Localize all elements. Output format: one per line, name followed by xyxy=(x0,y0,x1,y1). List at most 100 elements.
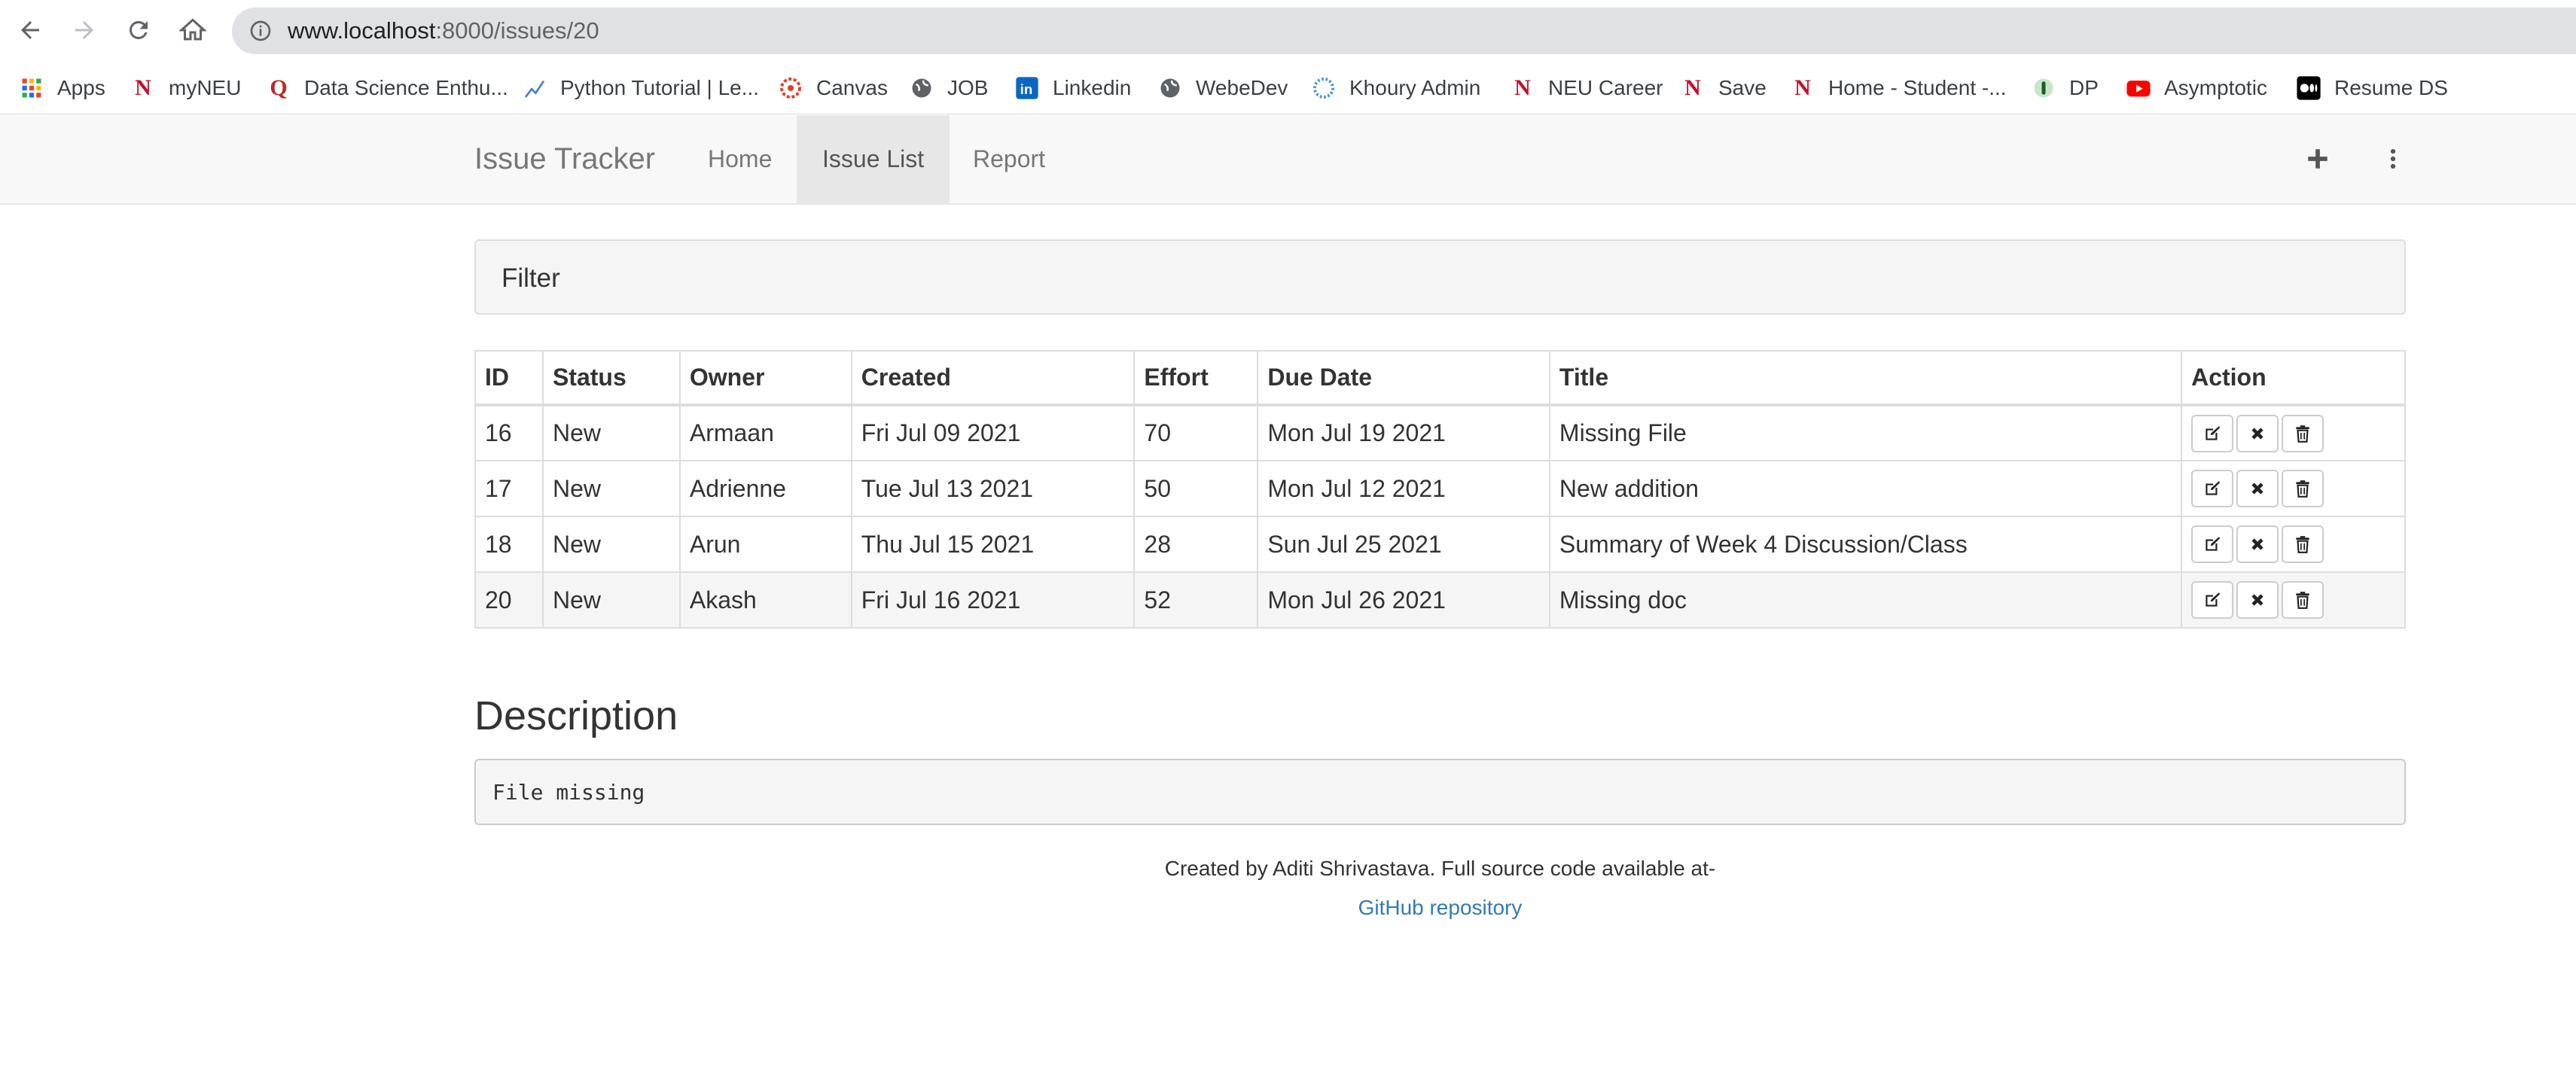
close-button[interactable] xyxy=(2236,470,2279,507)
bookmark-dp[interactable]: DP xyxy=(2030,74,2099,102)
delete-button[interactable] xyxy=(2282,581,2324,619)
forward-button[interactable] xyxy=(65,11,104,50)
description-text: File missing xyxy=(492,780,645,805)
cell-created: Fri Jul 16 2021 xyxy=(850,571,1136,629)
issue-table: ID Status Owner Created Effort Due Date … xyxy=(474,350,2406,629)
more-vertical-icon xyxy=(2390,148,2396,169)
bookmark-neu-career[interactable]: N NEU Career xyxy=(1509,74,1663,102)
cell-status: New xyxy=(541,460,681,517)
table-row[interactable]: 20 New Akash Fri Jul 16 2021 52 Mon Jul 26 20… xyxy=(474,571,2406,629)
khoury-icon xyxy=(1310,75,1337,102)
cell-created: Fri Jul 09 2021 xyxy=(850,404,1136,461)
table-row[interactable]: 16 New Armaan Fri Jul 09 2021 70 Mon Jul 19 2… xyxy=(474,404,2406,461)
home-button[interactable] xyxy=(173,11,212,50)
edit-icon xyxy=(2203,424,2222,443)
header-action: Action xyxy=(2181,350,2406,406)
bookmark-resume-ds[interactable]: Resume DS xyxy=(2295,74,2448,102)
bookmark-data-science[interactable]: Q Data Science Enthu... xyxy=(265,74,508,102)
cell-due-date: Sun Jul 25 2021 xyxy=(1257,516,1550,573)
nav-home[interactable]: Home xyxy=(682,115,797,203)
close-icon xyxy=(2248,479,2267,498)
close-button[interactable] xyxy=(2236,414,2279,452)
bookmark-linkedin[interactable]: in Linkedin xyxy=(1014,74,1131,102)
cell-status: New xyxy=(541,571,681,629)
close-icon xyxy=(2248,424,2267,443)
bookmark-myneu[interactable]: NmyNEU xyxy=(130,74,241,102)
address-bar[interactable]: www.localhost:8000/issues/20 xyxy=(232,8,2576,54)
cell-title: Missing doc xyxy=(1548,571,2183,629)
cell-owner: Adrienne xyxy=(678,460,852,517)
bookmark-label: myNEU xyxy=(169,76,242,99)
neu-icon: N xyxy=(1794,75,1811,100)
neu-icon: N xyxy=(135,75,151,100)
bookmark-khoury-admin[interactable]: Khoury Admin xyxy=(1310,74,1480,102)
bookmark-asymptotic[interactable]: Asymptotic xyxy=(2125,74,2267,102)
bookmark-webedev[interactable]: WebeDev xyxy=(1157,74,1288,102)
cell-id: 20 xyxy=(474,571,544,629)
delete-button[interactable] xyxy=(2282,470,2324,507)
svg-text:in: in xyxy=(1020,81,1033,97)
table-header-row: ID Status Owner Created Effort Due Date … xyxy=(474,350,2406,406)
cell-created: Thu Jul 15 2021 xyxy=(850,516,1136,573)
bookmark-python-tutorial[interactable]: Python Tutorial | Le... xyxy=(521,74,759,102)
cell-id: 18 xyxy=(474,516,544,573)
plus-icon xyxy=(2308,149,2328,169)
close-icon xyxy=(2248,590,2267,610)
edit-button[interactable] xyxy=(2191,470,2234,507)
description-heading: Description xyxy=(474,693,678,738)
delete-button[interactable] xyxy=(2282,525,2324,563)
cell-owner: Akash xyxy=(678,571,852,629)
close-button[interactable] xyxy=(2236,581,2279,619)
reload-button[interactable] xyxy=(119,11,158,50)
dp-icon xyxy=(2030,75,2057,102)
close-button[interactable] xyxy=(2236,525,2279,563)
table-row[interactable]: 17 New Adrienne Tue Jul 13 2021 50 Mon Jul 12… xyxy=(474,460,2406,517)
cell-due-date: Mon Jul 12 2021 xyxy=(1257,460,1550,517)
header-due-date: Due Date xyxy=(1257,350,1550,406)
bookmark-canvas[interactable]: Canvas xyxy=(777,74,888,102)
globe-icon xyxy=(1157,75,1184,102)
edit-icon xyxy=(2203,479,2222,498)
more-menu-button[interactable] xyxy=(2378,144,2408,174)
header-effort: Effort xyxy=(1133,350,1259,406)
edit-icon xyxy=(2203,534,2222,554)
filter-panel[interactable]: Filter xyxy=(474,239,2406,315)
nav-issue-list[interactable]: Issue List xyxy=(797,115,950,203)
cell-status: New xyxy=(541,404,681,461)
bookmark-home-student[interactable]: N Home - Student -... xyxy=(1789,74,2006,102)
cell-effort: 28 xyxy=(1133,516,1259,573)
header-id: ID xyxy=(474,350,544,406)
bookmark-apps[interactable]: Apps xyxy=(18,74,105,102)
bookmark-label: Resume DS xyxy=(2334,76,2448,99)
add-issue-button[interactable] xyxy=(2303,144,2333,174)
edit-button[interactable] xyxy=(2191,581,2234,619)
cell-actions xyxy=(2181,516,2406,573)
footer-credit: Created by Aditi Shrivastava. Full sourc… xyxy=(1164,857,1716,880)
bookmark-save[interactable]: N Save xyxy=(1679,74,1767,102)
filter-title[interactable]: Filter xyxy=(501,263,560,294)
table-row[interactable]: 18 New Arun Thu Jul 15 2021 28 Sun Jul 25 202… xyxy=(474,516,2406,573)
edit-button[interactable] xyxy=(2191,525,2234,563)
brand-title[interactable]: Issue Tracker xyxy=(474,142,655,176)
nav-report[interactable]: Report xyxy=(947,115,1071,203)
close-icon xyxy=(2248,534,2267,554)
cell-created: Tue Jul 13 2021 xyxy=(850,460,1136,517)
github-link[interactable]: GitHub repository xyxy=(0,896,2576,920)
browser-toolbar: www.localhost:8000/issues/20 xyxy=(0,0,2576,62)
trash-icon xyxy=(2293,534,2312,554)
cell-effort: 50 xyxy=(1133,460,1259,517)
edit-icon xyxy=(2203,590,2222,610)
bookmark-label: NEU Career xyxy=(1548,76,1663,99)
bookmark-label: Canvas xyxy=(816,76,888,99)
bookmark-job[interactable]: JOB xyxy=(908,74,988,102)
back-button[interactable] xyxy=(11,11,50,50)
header-created: Created xyxy=(850,350,1136,406)
info-icon[interactable] xyxy=(248,19,273,43)
delete-button[interactable] xyxy=(2282,414,2324,452)
chart-icon xyxy=(521,75,548,102)
edit-button[interactable] xyxy=(2191,414,2234,452)
bookmark-label: Python Tutorial | Le... xyxy=(560,76,760,99)
cell-actions xyxy=(2181,460,2406,517)
cell-id: 16 xyxy=(474,404,544,461)
cell-status: New xyxy=(541,516,681,573)
